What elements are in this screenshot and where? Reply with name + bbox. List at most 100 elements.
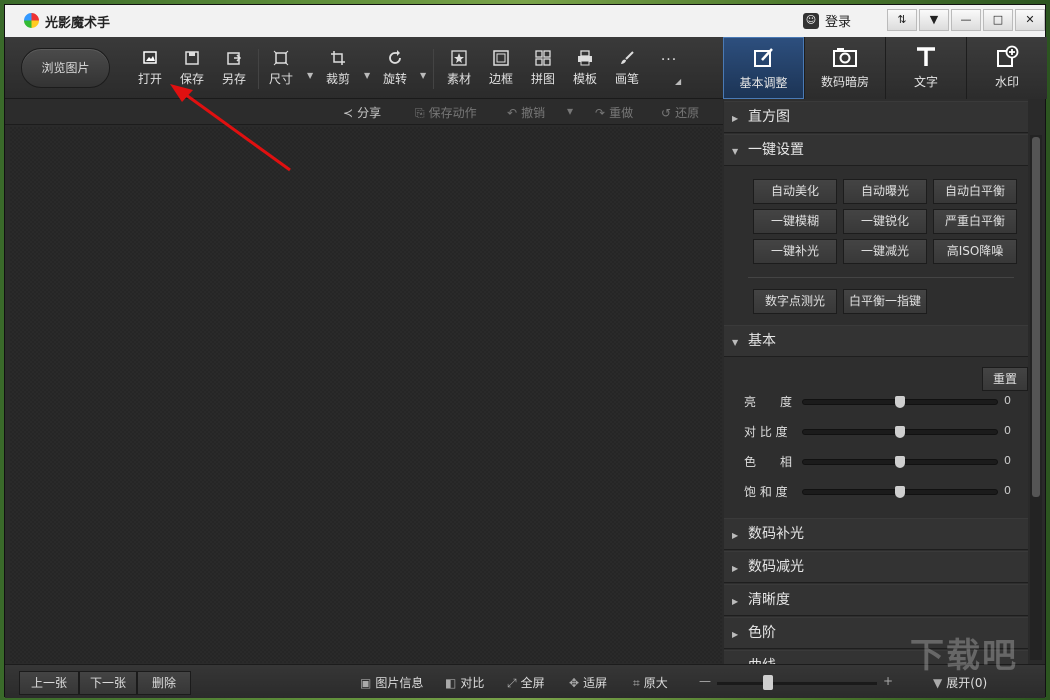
section-histogram[interactable]: ▶ 直方图: [724, 101, 1028, 133]
resize-label: 尺寸: [268, 72, 293, 86]
open-image-icon: [130, 50, 170, 66]
fullscreen-button[interactable]: ⤢ 全屏: [507, 674, 545, 691]
tab-digital-darkroom[interactable]: 数码暗房: [804, 37, 885, 99]
rotate-label: 旋转: [382, 72, 407, 86]
rotate-button[interactable]: 旋转: [375, 50, 415, 87]
template-button[interactable]: 模板: [565, 50, 605, 87]
save-action-icon: ⎘: [415, 106, 425, 120]
section-one-click[interactable]: ▼ 一键设置: [724, 134, 1028, 166]
collage-button[interactable]: 拼图: [523, 50, 563, 87]
original-size-button[interactable]: ⌗ 原大: [633, 674, 668, 691]
preset-blur[interactable]: 一键模糊: [753, 209, 837, 234]
next-image-button[interactable]: 下一张: [79, 671, 137, 695]
preset-severe-white-balance[interactable]: 严重白平衡: [933, 209, 1017, 234]
contrast-label: 对 比 度: [744, 425, 788, 439]
text-t-icon: [886, 45, 966, 69]
browse-images-button[interactable]: 浏览图片: [21, 48, 110, 88]
star-icon: [439, 50, 479, 66]
preset-auto-white-balance[interactable]: 自动白平衡: [933, 179, 1017, 204]
reset-button[interactable]: 重置: [982, 367, 1028, 391]
tab-basic-adjust-label: 基本调整: [739, 76, 788, 90]
rotate-dropdown-icon[interactable]: ▼: [420, 71, 426, 80]
tab-watermark[interactable]: 水印: [966, 37, 1047, 99]
image-canvas[interactable]: [10, 127, 722, 663]
section-clarity-label: 清晰度: [748, 592, 790, 608]
tab-watermark-label: 水印: [994, 75, 1019, 89]
brush-label: 画笔: [614, 72, 639, 86]
brightness-slider-thumb[interactable]: [895, 396, 905, 408]
preset-auto-beautify[interactable]: 自动美化: [753, 179, 837, 204]
close-button[interactable]: ✕: [1015, 9, 1045, 31]
compare-button[interactable]: ◧ 对比: [445, 674, 484, 691]
expand-toolbar-icon[interactable]: ◢: [675, 77, 681, 86]
main-toolbar: 浏览图片 打开 保存 另存 尺寸 ▼ 裁剪 ▼ 旋转 ▼ 素材 边框 拼图 模板…: [5, 37, 1047, 99]
save-as-icon: [214, 50, 254, 66]
border-label: 边框: [488, 72, 513, 86]
resize-dropdown-icon[interactable]: ▼: [307, 71, 313, 80]
preset-sharpen[interactable]: 一键锐化: [843, 209, 927, 234]
section-basic[interactable]: ▼ 基本: [724, 325, 1028, 357]
section-reduce-light[interactable]: ▶ 数码减光: [724, 551, 1028, 583]
saturation-slider-thumb[interactable]: [895, 486, 905, 498]
preset-spot-metering[interactable]: 数字点测光: [753, 289, 837, 314]
menu-button[interactable]: ▼: [919, 9, 949, 31]
tab-basic-adjust[interactable]: 基本调整: [723, 37, 804, 99]
expand-filmstrip-label: 展开(0): [946, 676, 988, 690]
material-button[interactable]: 素材: [439, 50, 479, 87]
toolbar-divider: [258, 49, 259, 89]
preset-white-balance-picker[interactable]: 白平衡一指键: [843, 289, 927, 314]
redo-button[interactable]: ↷ 重做: [595, 104, 633, 121]
printer-icon: [565, 50, 605, 66]
zoom-out-button[interactable]: —: [699, 674, 711, 688]
redo-label: 重做: [609, 106, 634, 120]
open-button[interactable]: 打开: [130, 50, 170, 87]
more-button[interactable]: ...: [649, 48, 689, 64]
save-as-label: 另存: [221, 72, 246, 86]
expanded-arrow-icon: ▼: [732, 338, 739, 347]
skin-button[interactable]: ⇅: [887, 9, 917, 31]
saturation-label: 饱 和 度: [744, 485, 788, 499]
tab-text[interactable]: 文字: [885, 37, 966, 99]
restore-button[interactable]: ↺ 还原: [661, 104, 699, 121]
save-as-button[interactable]: 另存: [214, 50, 254, 87]
zoom-slider-thumb[interactable]: [763, 675, 773, 690]
minimize-button[interactable]: —: [951, 9, 981, 31]
app-logo-icon: [24, 13, 39, 28]
preset-auto-exposure[interactable]: 自动曝光: [843, 179, 927, 204]
save-action-button[interactable]: ⎘ 保存动作: [415, 104, 477, 121]
brush-button[interactable]: 画笔: [607, 50, 647, 87]
fit-screen-label: 适屏: [583, 676, 608, 690]
undo-button[interactable]: ↶ 撤销: [507, 104, 545, 121]
border-button[interactable]: 边框: [481, 50, 521, 87]
login-button[interactable]: ☺ 登录: [803, 11, 851, 30]
section-fill-light[interactable]: ▶ 数码补光: [724, 518, 1028, 550]
camera-icon: [805, 45, 885, 69]
contrast-slider-thumb[interactable]: [895, 426, 905, 438]
crop-button[interactable]: 裁剪: [318, 50, 358, 87]
crop-dropdown-icon[interactable]: ▼: [364, 71, 370, 80]
prev-image-button[interactable]: 上一张: [19, 671, 79, 695]
image-info-button[interactable]: ▣ 图片信息: [360, 674, 423, 691]
brightness-label: 亮 度: [744, 395, 793, 409]
fit-screen-button[interactable]: ✥ 适屏: [569, 674, 607, 691]
zoom-slider[interactable]: [717, 682, 877, 685]
window-controls: ⇅ ▼ — □ ✕: [885, 9, 1045, 31]
bottom-bar: 上一张 下一张 删除 ▣ 图片信息 ◧ 对比 ⤢ 全屏 ✥ 适屏 ⌗ 原大 — + ▼ 展开…: [5, 664, 1045, 698]
resize-button[interactable]: 尺寸: [261, 50, 301, 87]
undo-dropdown-icon[interactable]: ▾: [567, 104, 573, 118]
login-label: 登录: [825, 15, 852, 30]
preset-fill-light[interactable]: 一键补光: [753, 239, 837, 264]
panel-scrollbar[interactable]: [1030, 135, 1042, 660]
preset-reduce-light[interactable]: 一键减光: [843, 239, 927, 264]
preset-divider: [748, 277, 1014, 278]
preset-high-iso-denoise[interactable]: 高ISO降噪: [933, 239, 1017, 264]
section-clarity[interactable]: ▶ 清晰度: [724, 584, 1028, 616]
maximize-button[interactable]: □: [983, 9, 1013, 31]
title-bar: 光影魔术手 ☺ 登录 ⇅ ▼ — □ ✕: [5, 5, 1045, 37]
zoom-in-button[interactable]: +: [883, 674, 893, 688]
delete-button[interactable]: 删除: [137, 671, 191, 695]
panel-scroll-thumb[interactable]: [1032, 137, 1040, 497]
hue-slider-thumb[interactable]: [895, 456, 905, 468]
save-button[interactable]: 保存: [172, 50, 212, 87]
share-button[interactable]: ≺ 分享: [343, 104, 381, 121]
